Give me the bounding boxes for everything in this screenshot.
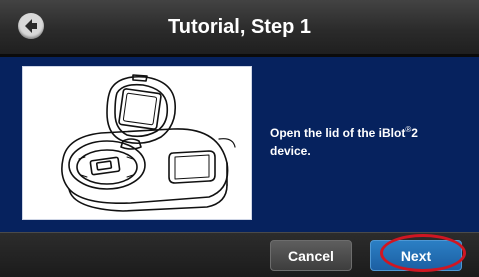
instruction-text: Open the lid of the iBlot®2 device. — [270, 121, 470, 160]
tutorial-screen: Tutorial, Step 1 Open the lid of the iBl… — [0, 0, 479, 277]
back-arrow-icon — [25, 19, 37, 33]
highlight-ring — [380, 234, 466, 272]
device-illustration — [22, 66, 252, 220]
page-title: Tutorial, Step 1 — [168, 16, 311, 38]
instruction-main: Open the lid of the iBlot — [270, 126, 406, 140]
iblot2-device-open-lid-illustration — [61, 74, 236, 212]
instruction-suffix: 2 — [411, 126, 418, 140]
back-button[interactable] — [18, 13, 44, 39]
title-bar: Tutorial, Step 1 — [0, 0, 479, 57]
instruction-line2: device. — [270, 144, 311, 158]
step-content: Open the lid of the iBlot®2 device. — [0, 57, 479, 232]
cancel-button[interactable]: Cancel — [270, 240, 352, 271]
